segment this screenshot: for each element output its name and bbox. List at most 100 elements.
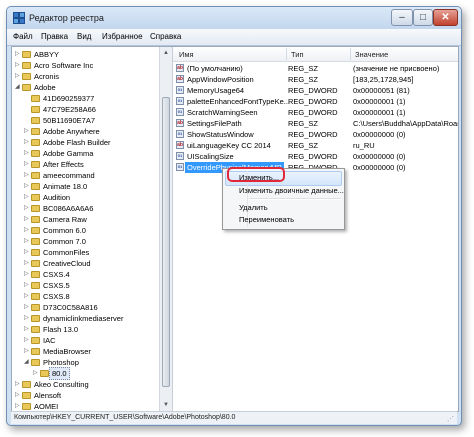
value-row[interactable]: 01 UIScalingSize REG_DWORD 0x00000000 (0) [173, 151, 458, 162]
column-header-name[interactable]: Имя [179, 50, 194, 59]
menu-bar: Файл Правка Вид Избранное Справка [7, 29, 461, 46]
expand-arrow-icon[interactable]: ▷ [24, 291, 30, 302]
tree-item-label: MediaBrowser [43, 347, 91, 356]
maximize-button[interactable]: □ [413, 9, 433, 26]
value-row[interactable]: ab SettingsFilePath REG_SZ C:\Users\Buddha\… [173, 118, 458, 129]
value-name: (По умолчанию) [187, 64, 243, 73]
folder-icon [31, 326, 40, 333]
value-type: REG_DWORD [288, 152, 338, 161]
context-menu-delete[interactable]: Удалить [239, 203, 268, 212]
value-data: 0x00000000 (0) [353, 130, 406, 139]
folder-icon [31, 150, 40, 157]
tree-item-label: CSXS.4 [43, 270, 70, 279]
expand-arrow-icon[interactable]: ▷ [24, 335, 30, 346]
folder-icon [31, 139, 40, 146]
window-title: Редактор реестра [29, 13, 104, 23]
value-type: REG_DWORD [288, 108, 338, 117]
folder-icon [22, 403, 31, 410]
expand-arrow-icon[interactable]: ▷ [24, 214, 30, 225]
menu-help[interactable]: Справка [150, 32, 181, 41]
tree-item-label: Adobe Gamma [43, 149, 94, 158]
scroll-thumb[interactable] [162, 97, 170, 387]
menu-edit[interactable]: Правка [41, 32, 68, 41]
value-name: MemoryUsage64 [187, 86, 245, 95]
folder-icon [22, 84, 31, 91]
menu-view[interactable]: Вид [77, 32, 91, 41]
value-name: UIScalingSize [187, 152, 234, 161]
column-header-type[interactable]: Тип [291, 50, 304, 59]
tree-item-label: AOMEI [34, 402, 59, 411]
expand-arrow-icon[interactable]: ▷ [15, 379, 21, 390]
value-type: REG_SZ [288, 141, 319, 150]
tree-item-label: 50B11690E7A7 [43, 116, 95, 125]
context-menu-modify-binary[interactable]: Изменить двоичные данные... [239, 186, 344, 195]
expand-arrow-icon[interactable]: ◢ [15, 82, 21, 93]
expand-arrow-icon[interactable]: ▷ [24, 302, 30, 313]
tree-item-label: IAC [43, 336, 56, 345]
expand-arrow-icon[interactable]: ◢ [24, 357, 30, 368]
expand-arrow-icon[interactable]: ▷ [24, 170, 30, 181]
value-row[interactable]: 01 paletteEnhancedFontTypeKe... REG_DWORD 0… [173, 96, 458, 107]
value-row[interactable]: 01 MemoryUsage64 REG_DWORD 0x00000051 (81) [173, 85, 458, 96]
value-row[interactable]: 01 ShowStatusWindow REG_DWORD 0x00000000 (0… [173, 129, 458, 140]
expand-arrow-icon[interactable]: ▷ [15, 49, 21, 60]
expand-arrow-icon[interactable]: ▷ [24, 236, 30, 247]
expand-arrow-icon[interactable]: ▷ [24, 247, 30, 258]
expand-arrow-icon[interactable]: ▷ [24, 313, 30, 324]
value-row[interactable]: ab AppWindowPosition REG_SZ [183,25,1728,94… [173, 74, 458, 85]
tree-vertical-scrollbar[interactable]: ▲ ▼ [159, 47, 173, 411]
expand-arrow-icon[interactable]: ▷ [24, 269, 30, 280]
expand-arrow-icon[interactable]: ▷ [24, 148, 30, 159]
menu-favorites[interactable]: Избранное [102, 32, 143, 41]
value-row[interactable]: ab (По умолчанию) REG_SZ (значение не присв… [173, 63, 458, 74]
tree-item-label: Camera Raw [43, 215, 87, 224]
expand-arrow-icon[interactable]: ▷ [15, 390, 21, 401]
expand-arrow-icon[interactable]: ▷ [15, 60, 21, 71]
value-name: paletteEnhancedFontTypeKe... [187, 97, 290, 106]
scroll-down-arrow-icon[interactable]: ▼ [160, 399, 172, 411]
scroll-up-arrow-icon[interactable]: ▲ [160, 47, 172, 59]
close-button[interactable]: ✕ [433, 9, 458, 26]
expand-arrow-icon[interactable]: ▷ [33, 368, 39, 379]
registry-editor-icon [13, 12, 25, 24]
tree-item-label: CreativeCloud [43, 259, 91, 268]
expand-arrow-icon[interactable]: ▷ [24, 192, 30, 203]
expand-arrow-icon[interactable]: ▷ [24, 126, 30, 137]
dword-value-icon: 01 [176, 152, 184, 160]
menu-file[interactable]: Файл [13, 32, 33, 41]
value-row[interactable]: ab uiLanguageKey CC 2014 REG_SZ ru_RU [173, 140, 458, 151]
expand-arrow-icon[interactable]: ▷ [24, 203, 30, 214]
expand-arrow-icon[interactable]: ▷ [24, 324, 30, 335]
expand-arrow-icon[interactable]: ▷ [24, 181, 30, 192]
expand-arrow-icon[interactable]: ▷ [15, 401, 21, 411]
folder-icon [31, 194, 40, 201]
value-name: SettingsFilePath [187, 119, 242, 128]
string-value-icon: ab [176, 119, 184, 127]
dword-value-icon: 01 [176, 163, 184, 171]
tree-item-label: Animate 18.0 [43, 182, 88, 191]
folder-icon [31, 238, 40, 245]
expand-arrow-icon[interactable]: ▷ [24, 159, 30, 170]
column-header-data[interactable]: Значение [355, 50, 388, 59]
expand-arrow-icon[interactable]: ▷ [24, 258, 30, 269]
value-row[interactable]: 01 ScratchWarningSeen REG_DWORD 0x00000001 … [173, 107, 458, 118]
context-menu-rename[interactable]: Переименовать [239, 215, 294, 224]
value-data: 0x00000001 (1) [353, 108, 406, 117]
tree-item-label: BC086A6A6A6 [43, 204, 94, 213]
expand-arrow-icon[interactable]: ▷ [15, 71, 21, 82]
folder-icon [22, 73, 31, 80]
status-path: Компьютер\HKEY_CURRENT_USER\Software\Ado… [14, 414, 236, 421]
column-divider[interactable] [350, 48, 351, 60]
column-divider[interactable] [286, 48, 287, 60]
expand-arrow-icon[interactable]: ▷ [24, 225, 30, 236]
minimize-button[interactable]: – [391, 9, 413, 26]
resize-grip-icon[interactable]: ⋰ [447, 415, 455, 423]
tree-item-label: ameecommand [43, 171, 95, 180]
expand-arrow-icon[interactable]: ▷ [24, 280, 30, 291]
folder-icon [22, 392, 31, 399]
expand-arrow-icon[interactable]: ▷ [24, 346, 30, 357]
string-value-icon: ab [176, 141, 184, 149]
title-bar[interactable]: Редактор реестра – □ ✕ [7, 7, 461, 29]
expand-arrow-icon[interactable]: ▷ [24, 137, 30, 148]
folder-icon [31, 293, 40, 300]
